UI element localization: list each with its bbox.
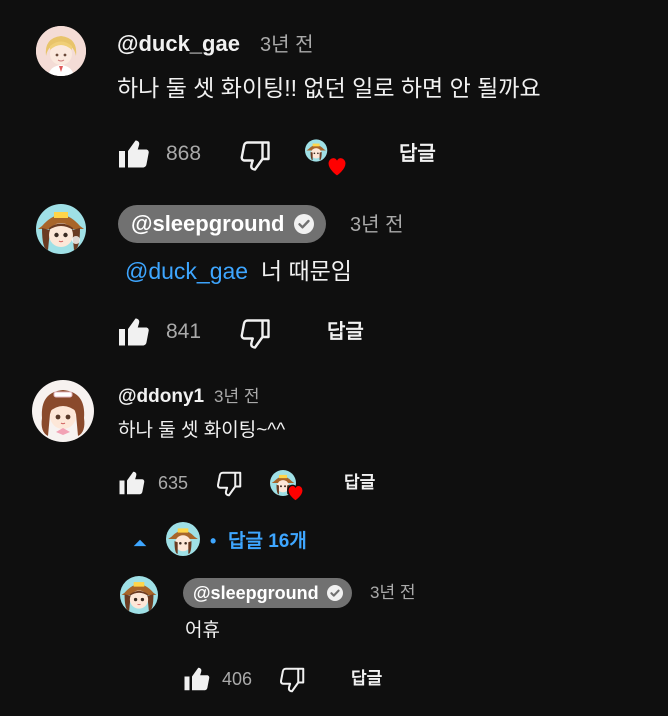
comment-author: @sleepground [131,211,285,236]
thumb-up-icon[interactable] [116,468,148,498]
creator-heart [305,138,351,180]
comment-text: 어휴 [185,620,220,641]
creator-avatar-small [166,522,200,556]
reply-button[interactable]: 답글 [344,472,375,494]
comment-time[interactable]: 3년 전 [260,31,313,59]
comment-text: 하나 둘 셋 화이팅!! 없던 일로 하면 안 될까요 [117,75,541,101]
comment-text-row: @duck_gae 너 때문임 [125,256,352,286]
avatar-duck-gae[interactable] [36,26,86,76]
heart-icon [287,484,304,502]
thumb-up-icon[interactable] [115,314,153,350]
check-circle-icon [294,214,315,234]
thumb-up-icon[interactable] [181,664,213,694]
avatar-sleepground[interactable] [120,576,158,614]
reply-button[interactable]: 답글 [327,319,364,345]
creator-heart [270,470,308,504]
avatar-ddony1[interactable] [32,380,94,442]
creator-author-chip[interactable]: @sleepground [183,578,352,608]
thumb-down-icon[interactable] [236,138,274,174]
creator-author-chip[interactable]: @sleepground [118,205,327,243]
comment-author: @sleepground [193,582,319,603]
heart-icon [326,156,348,178]
check-circle-icon [326,585,343,601]
mention-link[interactable]: @duck_gae [125,258,248,284]
replies-toggle[interactable]: • 답글 16개 [128,520,328,560]
like-count: 841 [166,320,202,343]
comment-time[interactable]: 3년 전 [350,211,403,239]
thumb-up-icon[interactable] [115,136,153,172]
like-count: 635 [158,473,189,493]
like-count: 868 [166,142,202,165]
reply-button[interactable]: 답글 [399,141,436,167]
avatar-sleepground[interactable] [36,204,86,254]
thumb-down-icon[interactable] [236,316,274,352]
thumb-down-icon[interactable] [276,665,308,695]
comment-text: 너 때문임 [260,258,352,284]
comment-author[interactable]: @duck_gae [117,30,240,58]
comment-author[interactable]: @ddony1 [118,385,204,409]
replies-count-label: 답글 16개 [228,531,307,552]
comment-time[interactable]: 3년 전 [214,385,259,409]
like-count: 406 [222,669,253,689]
comment-time[interactable]: 3년 전 [370,582,415,604]
comment-text: 하나 둘 셋 화이팅~^^ [118,420,286,441]
thumb-down-icon[interactable] [213,469,245,499]
replies-dot: • [210,531,217,551]
reply-button[interactable]: 답글 [351,668,382,690]
caret-up-icon [133,539,147,547]
